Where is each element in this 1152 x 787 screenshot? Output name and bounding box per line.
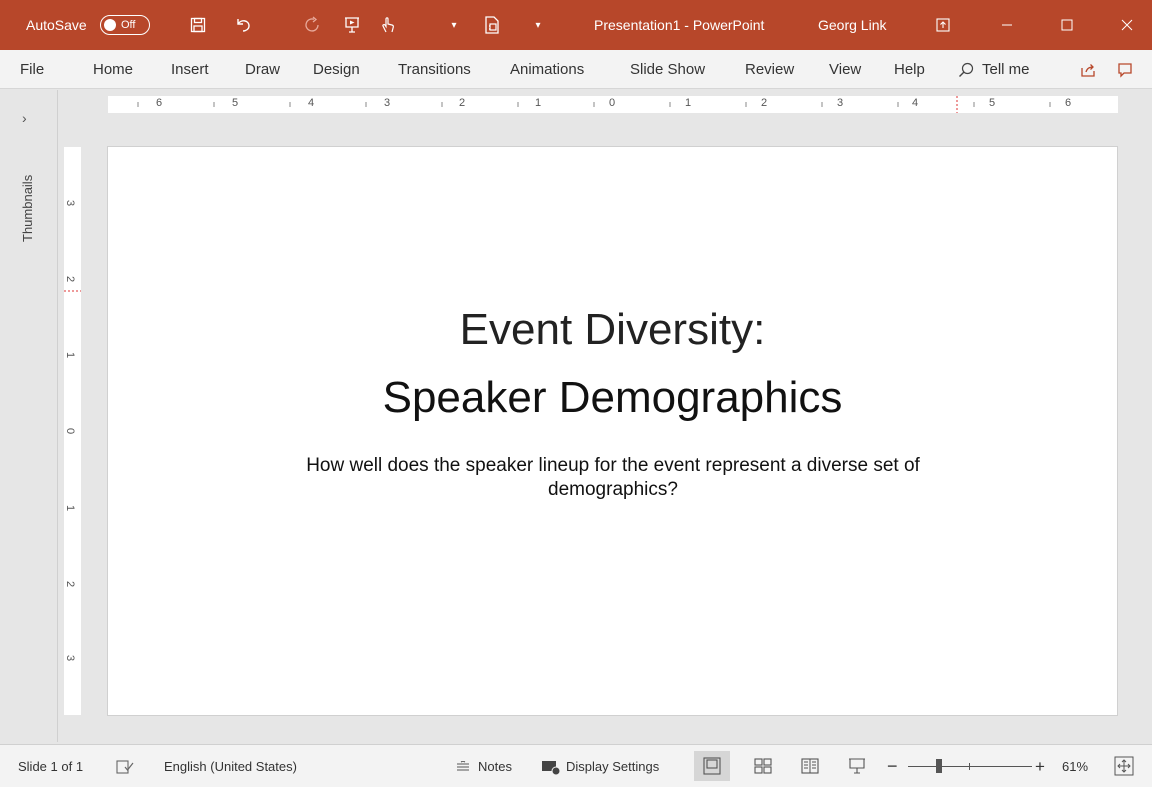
- present-from-start-icon[interactable]: [335, 0, 369, 50]
- toggle-knob: [104, 19, 116, 31]
- comments-icon[interactable]: [1114, 59, 1136, 81]
- display-settings-icon: [541, 759, 561, 775]
- zoom-in-button[interactable]: +: [1035, 745, 1045, 787]
- share-icon[interactable]: [1077, 59, 1099, 81]
- slide-canvas[interactable]: Event Diversity: Speaker Demographics Ho…: [107, 146, 1118, 716]
- undo-icon[interactable]: [226, 0, 260, 50]
- touch-mouse-mode-icon[interactable]: [371, 0, 405, 50]
- ruler-number: 2: [64, 275, 77, 283]
- maximize-icon[interactable]: [1044, 0, 1090, 50]
- title-bar: AutoSave Off ▾ ▾ Presentation1 - PowerPo…: [0, 0, 1152, 50]
- slide-counter: Slide 1 of 1: [18, 759, 84, 774]
- normal-view-icon[interactable]: [694, 751, 730, 781]
- tab-design[interactable]: Design: [313, 50, 360, 89]
- redo-icon[interactable]: [296, 0, 330, 50]
- ruler-number: 1: [64, 504, 77, 512]
- ruler-number: 5: [232, 97, 239, 109]
- ruler-number: 3: [64, 199, 77, 207]
- slide-subtitle[interactable]: How well does the speaker lineup for the…: [243, 454, 983, 502]
- ruler-number: 1: [64, 351, 77, 359]
- slide-title-line2[interactable]: Speaker Demographics: [108, 373, 1117, 423]
- zoom-slider-center-mark: [969, 763, 970, 770]
- search-icon: [958, 62, 974, 78]
- tell-me-label: Tell me: [982, 61, 1030, 78]
- print-preview-icon[interactable]: [475, 0, 509, 50]
- user-name[interactable]: Georg Link: [818, 0, 898, 50]
- touch-mode-dropdown-icon[interactable]: ▾: [444, 0, 464, 50]
- tab-home[interactable]: Home: [93, 50, 133, 89]
- tab-transitions[interactable]: Transitions: [398, 50, 471, 89]
- close-icon[interactable]: [1104, 0, 1150, 50]
- ruler-number: 3: [837, 97, 844, 109]
- zoom-slider-track[interactable]: [908, 766, 1032, 767]
- tab-animations[interactable]: Animations: [510, 50, 584, 89]
- ruler-number: 6: [1065, 97, 1072, 109]
- language-status[interactable]: English (United States): [164, 745, 297, 787]
- tab-review[interactable]: Review: [745, 50, 794, 89]
- customize-qat-icon[interactable]: ▾: [528, 0, 548, 50]
- ruler-number: 0: [609, 97, 616, 109]
- horizontal-ruler: 6 5 4 3 2 1 0 1 2 3 4 5 6: [108, 96, 1118, 113]
- ruler-number: 1: [535, 97, 542, 109]
- ruler-number: 1: [685, 97, 692, 109]
- ruler-number: 2: [64, 580, 77, 588]
- ruler-number: 0: [64, 427, 77, 435]
- fit-slide-to-window-icon[interactable]: [1106, 751, 1142, 781]
- autosave-toggle[interactable]: Off: [98, 0, 152, 50]
- display-settings-button[interactable]: Display Settings: [541, 745, 659, 787]
- ruler-number: 5: [989, 97, 996, 109]
- ruler-number: 4: [308, 97, 315, 109]
- accessibility-check-icon[interactable]: [116, 745, 134, 787]
- vertical-ruler: 3 2 1 0 1 2 3: [64, 147, 81, 715]
- tab-draw[interactable]: Draw: [245, 50, 280, 89]
- zoom-out-button[interactable]: −: [887, 745, 898, 787]
- tab-insert[interactable]: Insert: [171, 50, 209, 89]
- zoom-level[interactable]: 61%: [1062, 745, 1088, 787]
- ruler-number: 3: [64, 654, 77, 662]
- notes-icon: [455, 760, 471, 773]
- ruler-number: 4: [912, 97, 919, 109]
- slide-show-icon[interactable]: [839, 751, 875, 781]
- notes-label: Notes: [478, 759, 512, 774]
- autosave-label: AutoSave: [26, 17, 87, 33]
- ruler-number: 6: [156, 97, 163, 109]
- notes-button[interactable]: Notes: [455, 745, 512, 787]
- ruler-number: 2: [761, 97, 768, 109]
- ribbon-tabs: File Home Insert Draw Design Transitions…: [0, 50, 1152, 89]
- window-title: Presentation1 - PowerPoint: [594, 17, 765, 33]
- status-bar: Slide 1 of 1 English (United States) Not…: [0, 744, 1152, 787]
- ribbon-display-options-icon[interactable]: [926, 0, 960, 50]
- tell-me-search[interactable]: Tell me: [958, 50, 1030, 89]
- tab-file[interactable]: File: [20, 50, 44, 89]
- save-icon[interactable]: [181, 0, 215, 50]
- thumbnails-pane: › Thumbnails: [0, 90, 58, 742]
- thumbnails-label[interactable]: Thumbnails: [20, 175, 35, 242]
- reading-view-icon[interactable]: [792, 751, 828, 781]
- chevron-right-icon[interactable]: ›: [22, 110, 27, 126]
- display-settings-label: Display Settings: [566, 759, 660, 774]
- tab-slide-show[interactable]: Slide Show: [630, 50, 705, 89]
- zoom-slider-thumb[interactable]: [936, 759, 942, 773]
- ruler-number: 3: [384, 97, 391, 109]
- minimize-icon[interactable]: [984, 0, 1030, 50]
- slide-sorter-icon[interactable]: [745, 751, 781, 781]
- ruler-number: 2: [459, 97, 466, 109]
- tab-view[interactable]: View: [829, 50, 861, 89]
- autosave-state: Off: [121, 19, 136, 31]
- tab-help[interactable]: Help: [894, 50, 925, 89]
- slide-title-line1[interactable]: Event Diversity:: [108, 305, 1117, 355]
